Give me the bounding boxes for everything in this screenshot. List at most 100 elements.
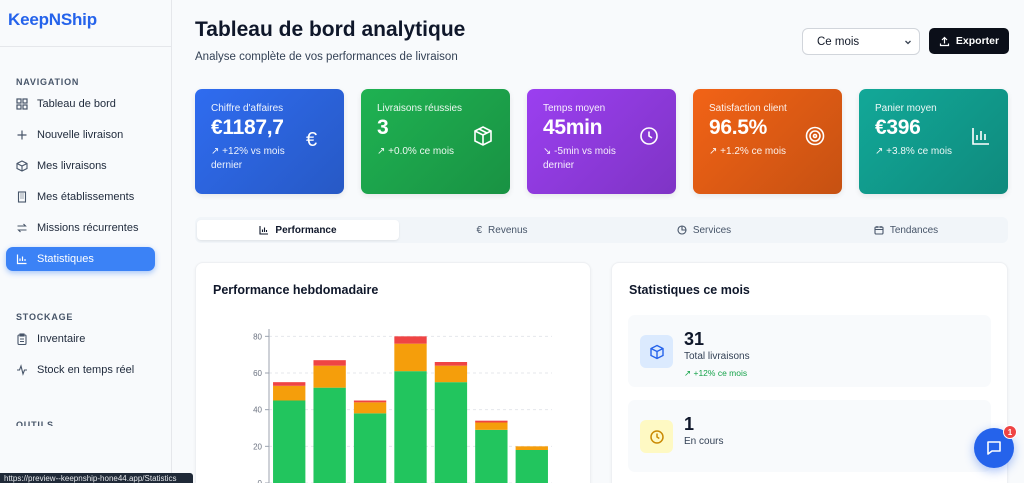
kpi-card-successful-deliveries: Livraisons réussies 3 ↗ +0.0% ce mois: [361, 89, 510, 194]
bar-segment[interactable]: [394, 371, 427, 483]
sidebar-item-recurring-missions[interactable]: Missions récurrentes: [6, 216, 155, 240]
section-title-stockage: STOCKAGE: [16, 312, 74, 322]
weekly-performance-chart: 0 20 40 60 80: [253, 329, 552, 483]
kpi-card-average-basket: Panier moyen €396 ↗ +3.8% ce mois: [859, 89, 1008, 194]
browser-status-url: https://preview--keepnship-hone44.app/St…: [0, 473, 193, 483]
performance-panel: Performance hebdomadaire 020406080: [195, 262, 591, 483]
y-tick-label: 20: [253, 442, 262, 451]
kpi-label: Temps moyen: [543, 103, 606, 114]
period-select[interactable]: Ce mois: [802, 28, 920, 55]
bar-chart-icon: [16, 253, 28, 265]
upload-icon: [939, 36, 950, 46]
page-subtitle: Analyse complète de vos performances de …: [195, 51, 458, 63]
bar-segment[interactable]: [273, 382, 306, 386]
package-icon: [16, 160, 28, 172]
repeat-icon: [16, 222, 28, 234]
divider: [0, 46, 171, 47]
clock-icon: [640, 420, 673, 453]
section-title-navigation: NAVIGATION: [16, 77, 80, 87]
y-tick-label: 60: [253, 369, 262, 378]
kpi-trend: ↗ +12% vs mois dernier: [211, 146, 285, 171]
bar-segment[interactable]: [434, 362, 468, 366]
bar-segment[interactable]: [475, 429, 508, 483]
sidebar-item-new-delivery[interactable]: Nouvelle livraison: [6, 123, 155, 147]
bar-segment[interactable]: [434, 365, 468, 383]
kpi-trend: ↗ +1.2% ce mois: [709, 146, 787, 157]
page-title: Tableau de bord analytique: [195, 18, 466, 41]
sidebar: KeepNShip NAVIGATION Tableau de bord Nou…: [0, 0, 172, 483]
trend-up-icon: ↗: [211, 146, 223, 157]
export-button[interactable]: Exporter: [929, 28, 1009, 54]
bar-segment[interactable]: [353, 400, 387, 403]
y-tick-label: 40: [253, 406, 262, 415]
app-logo[interactable]: KeepNShip: [8, 10, 97, 30]
tab-performance[interactable]: Performance: [197, 220, 399, 240]
chat-icon: [987, 441, 1001, 455]
sidebar-item-statistics[interactable]: Statistiques: [6, 247, 155, 271]
sidebar-item-my-deliveries[interactable]: Mes livraisons: [6, 154, 155, 178]
bar-segment[interactable]: [475, 422, 508, 430]
y-tick-label: 0: [258, 479, 263, 483]
sidebar-item-realtime-stock[interactable]: Stock en temps réel: [6, 358, 155, 382]
bar-segment[interactable]: [313, 360, 346, 366]
sidebar-item-dashboard[interactable]: Tableau de bord: [6, 92, 155, 116]
clipboard-icon: [16, 333, 28, 345]
stat-trend: ↗ +12% ce mois: [684, 368, 748, 378]
euro-icon: €: [476, 224, 483, 236]
stat-value: 31: [684, 329, 705, 349]
bar-segment[interactable]: [394, 336, 427, 344]
kpi-trend: ↗ +3.8% ce mois: [875, 146, 953, 157]
stat-label: En cours: [684, 436, 724, 447]
bar-segment[interactable]: [273, 400, 306, 483]
bar-segment[interactable]: [313, 365, 346, 388]
bar-segment[interactable]: [475, 420, 508, 423]
bar-segment[interactable]: [273, 385, 306, 401]
box-icon: [474, 126, 492, 146]
bar-segment[interactable]: [353, 402, 387, 414]
bar-segment[interactable]: [515, 446, 548, 450]
sidebar-item-label: Statistiques: [37, 253, 94, 265]
trend-up-icon: ↗: [377, 146, 389, 157]
sidebar-item-my-establishments[interactable]: Mes établissements: [6, 185, 155, 209]
package-icon: [640, 335, 673, 368]
chevron-down-icon: [905, 40, 911, 45]
bar-chart-icon: [259, 226, 269, 235]
kpi-label: Satisfaction client: [709, 103, 787, 114]
tab-label: Revenus: [488, 224, 528, 236]
sidebar-item-label: Nouvelle livraison: [37, 129, 124, 141]
period-select-value: Ce mois: [817, 35, 860, 48]
sidebar-item-label: Mes établissements: [37, 191, 135, 203]
bar-segment[interactable]: [394, 343, 427, 372]
tab-trends[interactable]: Tendances: [805, 220, 1007, 240]
tab-label: Services: [692, 224, 732, 236]
bar-segment[interactable]: [313, 387, 346, 483]
plus-icon: [16, 129, 28, 141]
sidebar-item-label: Missions récurrentes: [37, 222, 139, 234]
sidebar-item-label: Inventaire: [37, 333, 86, 345]
kpi-label: Panier moyen: [875, 103, 937, 114]
tabs: Performance € Revenus Services Tendances: [195, 217, 1008, 243]
panel-title: Statistiques ce mois: [629, 283, 750, 297]
stat-value: 1: [684, 414, 695, 434]
calendar-icon: [874, 226, 884, 235]
section-title-outils: OUTILS: [16, 420, 54, 426]
tab-services[interactable]: Services: [603, 220, 805, 240]
sidebar-item-label: Mes livraisons: [37, 160, 107, 172]
sidebar-item-inventory[interactable]: Inventaire: [6, 327, 155, 351]
bar-segment[interactable]: [515, 450, 548, 483]
stat-card-in-progress: 1 En cours: [628, 400, 991, 472]
sidebar-item-label: Tableau de bord: [37, 98, 116, 110]
clock-icon: [640, 127, 658, 145]
kpi-label: Chiffre d'affaires: [211, 103, 284, 114]
dashboard-icon: [16, 98, 28, 110]
target-icon: [805, 126, 825, 146]
kpi-card-customer-satisfaction: Satisfaction client 96.5% ↗ +1.2% ce moi…: [693, 89, 842, 194]
kpi-label: Livraisons réussies: [377, 103, 463, 114]
tab-label: Tendances: [889, 224, 939, 236]
building-icon: [16, 191, 28, 203]
stat-label: Total livraisons: [684, 351, 750, 362]
bar-segment[interactable]: [434, 382, 468, 483]
kpi-trend: ↘ -5min vs mois dernier: [543, 146, 616, 171]
tab-revenue[interactable]: € Revenus: [401, 220, 603, 240]
bar-segment[interactable]: [353, 413, 387, 483]
